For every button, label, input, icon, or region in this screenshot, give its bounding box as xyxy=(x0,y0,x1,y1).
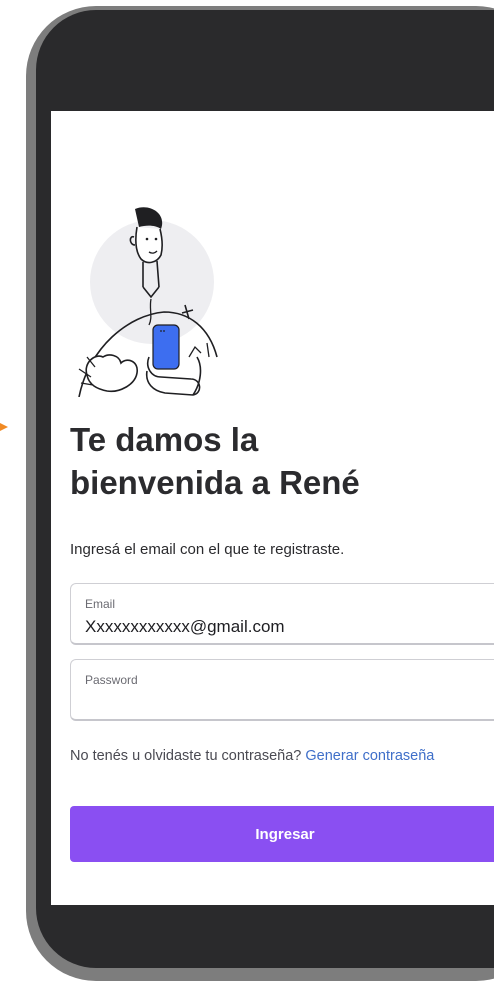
email-field-value[interactable]: Xxxxxxxxxxxx@gmail.com xyxy=(85,617,285,637)
email-field-label: Email xyxy=(85,597,116,611)
title-line-2: bienvenida a René xyxy=(70,464,360,501)
email-field[interactable]: Email Xxxxxxxxxxxx@gmail.com xyxy=(70,583,494,645)
password-help-question: No tenés u olvidaste tu contraseña? xyxy=(70,748,302,764)
generate-password-link[interactable]: Generar contraseña xyxy=(305,748,434,764)
person-holding-phone-illustration xyxy=(78,207,218,397)
login-screen: Te damos la bienvenida a René Ingresá el… xyxy=(51,111,494,905)
password-field-label: Password xyxy=(85,673,138,687)
page-subtitle: Ingresá el email con el que te registras… xyxy=(70,541,345,558)
password-help: No tenés u olvidaste tu contraseña? Gene… xyxy=(70,748,434,764)
page: Te damos la bienvenida a René Ingresá el… xyxy=(0,0,494,981)
login-button[interactable]: Ingresar xyxy=(70,806,494,862)
password-field[interactable]: Password xyxy=(70,659,494,721)
arrow-right-icon xyxy=(0,419,8,435)
page-title: Te damos la bienvenida a René xyxy=(70,418,490,504)
title-line-1: Te damos la xyxy=(70,421,259,458)
